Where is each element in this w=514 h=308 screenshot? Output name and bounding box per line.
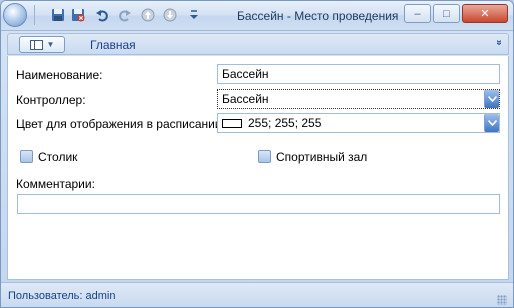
application-menu-button[interactable] — [3, 3, 27, 27]
view-menu-button[interactable]: ▼ — [19, 36, 65, 53]
redo-icon[interactable] — [116, 6, 134, 24]
name-value: Бассейн — [222, 67, 269, 81]
move-down-icon[interactable] — [161, 6, 179, 24]
maximize-button[interactable]: □ — [433, 4, 460, 23]
color-value: 255; 255; 255 — [248, 116, 322, 130]
comments-label: Комментарии: — [16, 177, 95, 191]
name-label: Наименование: — [16, 68, 103, 82]
name-input[interactable]: Бассейн — [217, 64, 500, 84]
chevron-down-icon: ▼ — [46, 40, 55, 49]
minimize-button[interactable]: – — [404, 4, 431, 23]
status-bar: Пользователь: admin — [1, 282, 513, 307]
controller-label: Контроллер: — [16, 93, 86, 107]
ribbon-expand-icon[interactable]: » — [494, 40, 505, 46]
chevron-down-icon — [487, 120, 497, 126]
move-up-icon[interactable] — [139, 6, 157, 24]
table-checkbox-label[interactable]: Столик — [38, 150, 77, 164]
controller-select[interactable]: Бассейн — [217, 89, 500, 109]
color-swatch — [222, 119, 242, 128]
quick-access-separator — [34, 5, 35, 25]
title-bar: Бассейн - Место проведения – □ ✕ — [1, 1, 513, 31]
save-close-icon[interactable] — [69, 6, 87, 24]
chevron-down-icon — [487, 96, 497, 102]
maximize-icon: □ — [443, 7, 450, 20]
controller-dropdown-button[interactable] — [484, 90, 499, 108]
gym-checkbox-label[interactable]: Спортивный зал — [276, 150, 367, 164]
resize-grip-icon[interactable] — [497, 295, 507, 305]
ribbon-bar: ▼ Главная » — [7, 33, 509, 55]
save-icon[interactable] — [49, 6, 67, 24]
color-dropdown-button[interactable] — [484, 114, 499, 132]
undo-icon[interactable] — [93, 6, 111, 24]
close-icon: ✕ — [480, 8, 490, 20]
minimize-icon: – — [414, 7, 421, 20]
gym-checkbox[interactable] — [258, 150, 271, 163]
form-panel: Наименование: Бассейн Контроллер: Бассей… — [7, 56, 509, 280]
panel-layout-icon — [29, 39, 43, 50]
customize-toolbar-icon[interactable] — [185, 6, 203, 24]
comments-input[interactable] — [17, 194, 500, 214]
controller-value: Бассейн — [222, 92, 269, 106]
status-user: Пользователь: admin — [8, 290, 116, 302]
color-label: Цвет для отображения в расписании: — [16, 117, 225, 131]
color-select[interactable]: 255; 255; 255 — [217, 113, 500, 133]
tab-main[interactable]: Главная — [90, 38, 136, 52]
window-title: Бассейн - Место проведения — [237, 9, 399, 23]
close-button[interactable]: ✕ — [462, 4, 508, 23]
main-window: Бассейн - Место проведения – □ ✕ ▼ Главн… — [0, 0, 514, 308]
table-checkbox[interactable] — [20, 150, 33, 163]
